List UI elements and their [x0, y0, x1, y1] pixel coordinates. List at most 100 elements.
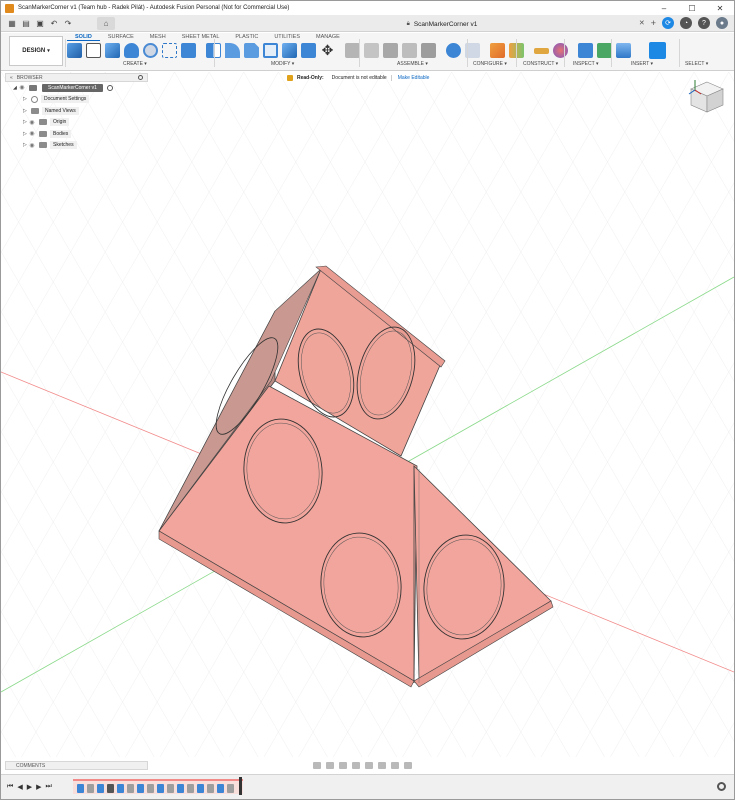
file-menu-icon[interactable]: ▤ — [21, 18, 31, 28]
new-tab-icon[interactable]: + — [651, 18, 656, 28]
shell-icon[interactable] — [263, 43, 278, 58]
hole-icon[interactable] — [143, 43, 158, 58]
inspect-group-label[interactable]: INSPECT ▾ — [573, 61, 598, 67]
maximize-button[interactable]: ☐ — [678, 1, 706, 15]
timeline-feature[interactable] — [77, 784, 84, 793]
save-icon[interactable]: ▣ — [35, 18, 45, 28]
document-tab[interactable]: 🔒︎ ScanMarkerCorner v1 — [297, 17, 587, 32]
timeline-feature[interactable] — [107, 784, 114, 793]
fit-icon[interactable] — [365, 761, 373, 769]
rigid-group-icon[interactable] — [402, 43, 417, 58]
timeline-feature[interactable] — [187, 784, 194, 793]
move-icon[interactable]: ✥ — [320, 43, 335, 58]
viewports-icon[interactable] — [404, 761, 412, 769]
timeline-forward-icon[interactable]: ▶ — [36, 783, 41, 791]
pattern-icon[interactable] — [162, 43, 177, 58]
timeline-feature[interactable] — [117, 784, 124, 793]
visibility-eye-icon[interactable]: ◉ — [28, 130, 36, 137]
configure-icon[interactable] — [446, 43, 461, 58]
timeline-feature[interactable] — [87, 784, 94, 793]
create-sketch-icon[interactable] — [86, 43, 101, 58]
scan-marker-body[interactable] — [1, 72, 734, 757]
offset-plane-icon[interactable] — [490, 43, 505, 58]
modify-group-label[interactable]: MODIFY ▾ — [271, 61, 294, 67]
browser-item-sketches[interactable]: ▷ ◉ Sketches — [5, 140, 148, 152]
timeline-feature[interactable] — [207, 784, 214, 793]
browser-item-origin[interactable]: ▷ ◉ Origin — [5, 117, 148, 129]
select-icon[interactable] — [649, 42, 666, 59]
minimize-button[interactable]: – — [650, 1, 678, 15]
insert-mesh-icon[interactable] — [597, 43, 612, 58]
avatar[interactable]: ● — [716, 17, 728, 29]
timeline-start-icon[interactable]: ⏮ — [7, 783, 13, 791]
make-editable-button[interactable]: Make Editable — [390, 75, 429, 81]
analysis-icon[interactable] — [553, 43, 568, 58]
visibility-eye-icon[interactable]: ◉ — [28, 119, 36, 126]
timeline-feature[interactable] — [127, 784, 134, 793]
timeline-end-icon[interactable]: ⏭ — [45, 783, 51, 791]
measure-icon[interactable] — [534, 47, 549, 54]
drive-joints-icon[interactable] — [421, 43, 436, 58]
close-tab-icon[interactable]: ✕ — [639, 19, 645, 27]
select-group-label[interactable]: SELECT ▾ — [685, 61, 708, 67]
timeline-feature[interactable] — [157, 784, 164, 793]
extrude-icon[interactable] — [105, 43, 120, 58]
timeline-play-icon[interactable]: ▶ — [27, 783, 32, 791]
revolve-icon[interactable] — [124, 43, 139, 58]
timeline-feature[interactable] — [197, 784, 204, 793]
timeline-track[interactable] — [73, 779, 243, 794]
scale-icon[interactable] — [301, 43, 316, 58]
construct-group-label[interactable]: CONSTRUCT ▾ — [523, 61, 558, 67]
gear-icon[interactable] — [717, 782, 726, 791]
tab-manage[interactable]: MANAGE — [308, 33, 348, 41]
grid-settings-icon[interactable] — [391, 761, 399, 769]
undo-icon[interactable]: ↶ — [49, 18, 59, 28]
grid-menu-icon[interactable]: ▦ — [7, 18, 17, 28]
timeline-back-icon[interactable]: ◀ — [17, 783, 22, 791]
orbit-icon[interactable] — [313, 761, 321, 769]
joint-origin-icon[interactable] — [383, 43, 398, 58]
activate-radio-icon[interactable] — [106, 84, 113, 91]
browser-item-named-views[interactable]: ▷ Named Views — [5, 105, 148, 117]
mirror-icon[interactable] — [181, 43, 196, 58]
visibility-eye-icon[interactable]: ◉ — [18, 84, 26, 91]
view-cube[interactable] — [685, 76, 729, 116]
browser-root-row[interactable]: ◢ ◉ ScanMarkerCorner v1 — [5, 82, 148, 94]
assemble-group-label[interactable]: ASSEMBLE ▾ — [397, 61, 428, 67]
chamfer-icon[interactable] — [244, 43, 259, 58]
combine-icon[interactable] — [282, 43, 297, 58]
create-group-label[interactable]: CREATE ▾ — [123, 61, 147, 67]
timeline-feature[interactable] — [167, 784, 174, 793]
notifications-icon[interactable]: ◔ — [680, 17, 692, 29]
fillet-icon[interactable] — [225, 43, 240, 58]
job-status-icon[interactable]: ⟳ — [662, 17, 674, 29]
tab-solid[interactable]: SOLID — [67, 33, 100, 41]
pin-icon[interactable] — [138, 75, 143, 80]
insert-image-icon[interactable] — [616, 43, 631, 58]
browser-item-document-settings[interactable]: ▷ Document Settings — [5, 94, 148, 106]
timeline-feature[interactable] — [137, 784, 144, 793]
new-component-icon[interactable] — [67, 43, 82, 58]
insert-group-label[interactable]: INSERT ▾ — [631, 61, 653, 67]
close-button[interactable]: ✕ — [706, 1, 734, 15]
tab-sheet-metal[interactable]: SHEET METAL — [174, 33, 228, 41]
comments-panel[interactable]: COMMENTS — [5, 761, 148, 770]
collapse-icon[interactable]: « — [10, 75, 13, 81]
timeline-feature[interactable] — [217, 784, 224, 793]
timeline-feature[interactable] — [97, 784, 104, 793]
timeline-feature[interactable] — [147, 784, 154, 793]
timeline-feature[interactable] — [227, 784, 234, 793]
expand-right-icon[interactable]: ▷ — [23, 108, 28, 114]
timeline-marker[interactable] — [239, 777, 242, 795]
browser-item-bodies[interactable]: ▷ ◉ Bodies — [5, 128, 148, 140]
timeline-feature[interactable] — [177, 784, 184, 793]
expand-right-icon[interactable]: ▷ — [23, 96, 28, 102]
tab-mesh[interactable]: MESH — [142, 33, 174, 41]
visibility-eye-icon[interactable]: ◉ — [28, 142, 36, 149]
help-icon[interactable]: ? — [698, 17, 710, 29]
configure-group-label[interactable]: CONFIGURE ▾ — [473, 61, 507, 67]
browser-header[interactable]: « BROWSER — [5, 73, 148, 82]
tab-surface[interactable]: SURFACE — [100, 33, 142, 41]
joint-icon[interactable] — [345, 43, 360, 58]
zoom-icon[interactable] — [352, 761, 360, 769]
